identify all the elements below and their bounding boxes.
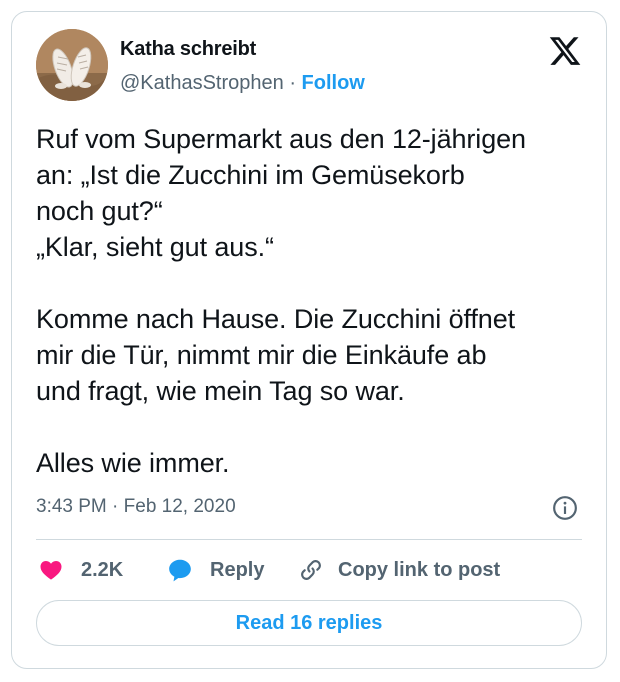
link-icon <box>301 560 321 580</box>
x-logo-icon[interactable] <box>548 34 582 68</box>
author-name[interactable]: Katha schreibt <box>120 38 256 61</box>
timestamp-separator: · <box>112 496 119 517</box>
handle-separator: · <box>289 72 296 94</box>
avatar-image <box>36 29 108 101</box>
read-replies-label: Read 16 replies <box>235 611 383 634</box>
like-count: 2.2K <box>81 558 124 581</box>
author-handle-line: @KathasStrophen · Follow <box>120 72 365 95</box>
read-replies-button[interactable]: Read 16 replies <box>36 600 582 646</box>
tweet-timestamp[interactable]: 3:43 PM · Feb 12, 2020 <box>36 496 236 518</box>
tweet-card: Katha schreibt @KathasStrophen · Follow … <box>11 11 607 669</box>
copy-link-label: Copy link to post <box>338 558 501 581</box>
heart-icon <box>40 561 62 580</box>
follow-button[interactable]: Follow <box>302 72 365 94</box>
author-handle[interactable]: @KathasStrophen <box>120 72 284 94</box>
tweet-time: 3:43 PM <box>36 496 107 517</box>
divider <box>36 539 582 540</box>
tweet-date: Feb 12, 2020 <box>123 496 236 517</box>
info-icon[interactable] <box>552 495 578 521</box>
reply-button[interactable]: Reply <box>166 556 264 584</box>
avatar[interactable] <box>36 29 108 101</box>
copy-link-button[interactable]: Copy link to post <box>298 556 500 584</box>
reply-label: Reply <box>210 558 265 581</box>
like-button[interactable]: 2.2K <box>38 556 123 584</box>
speech-bubble-icon <box>169 559 191 582</box>
tweet-text: Ruf vom Supermarkt aus den 12-jährigen a… <box>36 124 526 478</box>
